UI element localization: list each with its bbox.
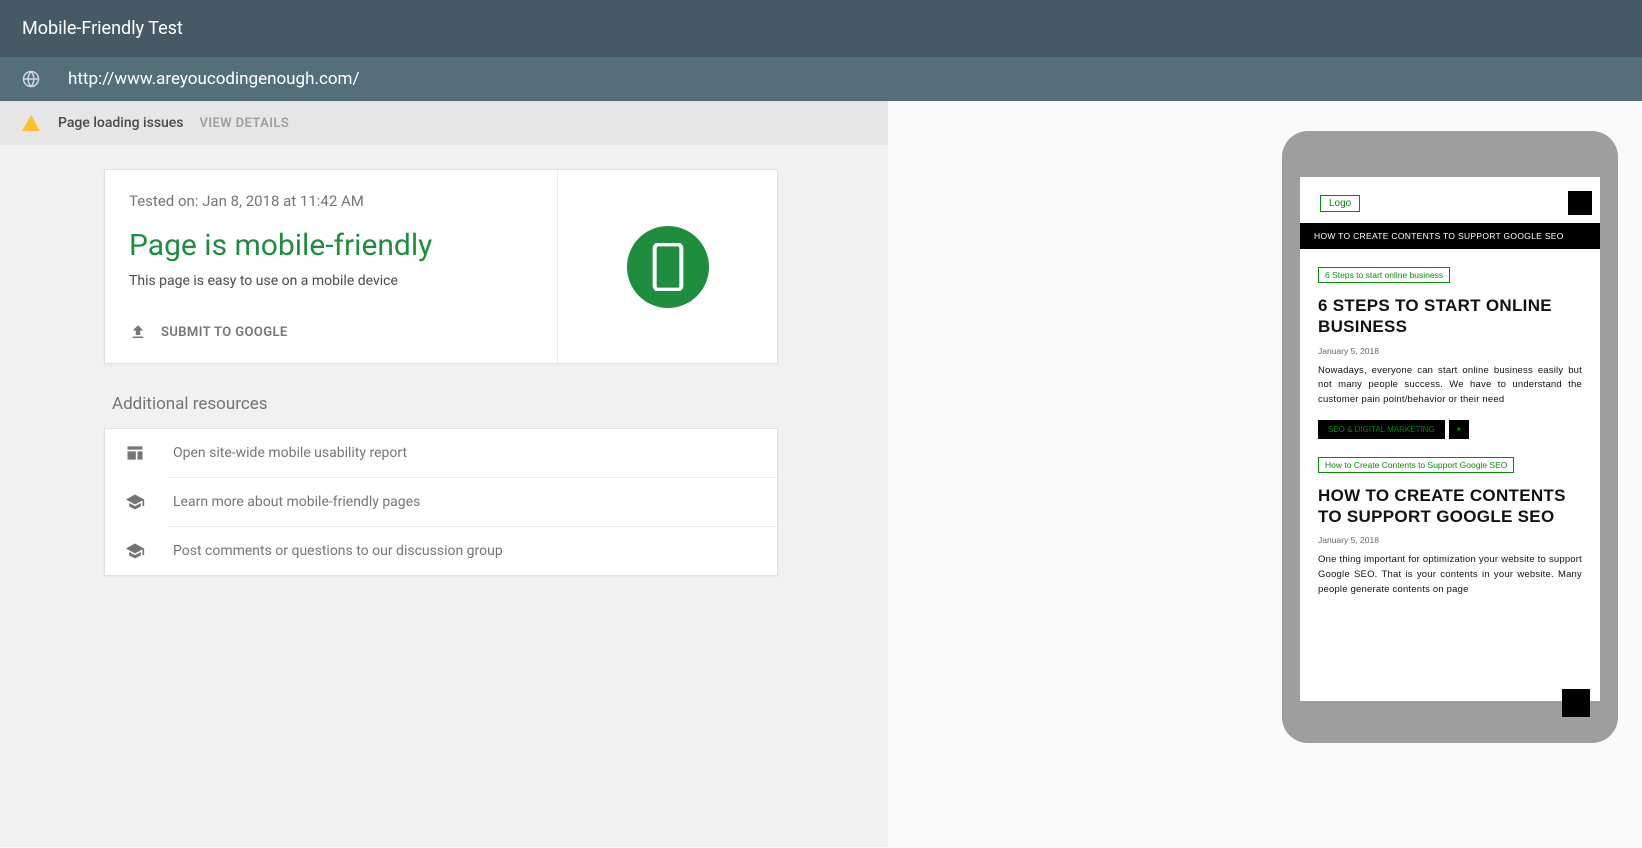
verdict-heading: Page is mobile-friendly — [129, 228, 533, 263]
back-to-top-icon — [1562, 689, 1590, 717]
verdict-subtext: This page is easy to use on a mobile dev… — [129, 273, 533, 289]
preview-post: How to Create Contents to Support Google… — [1300, 439, 1600, 598]
loading-issues-banner: Page loading issues VIEW DETAILS — [0, 101, 888, 145]
preview-nav-bar: HOW TO CREATE CONTENTS TO SUPPORT GOOGLE… — [1300, 223, 1600, 249]
school-icon — [125, 541, 145, 561]
preview-post-body: Nowadays, everyone can start online busi… — [1318, 364, 1582, 408]
submit-to-google-button[interactable]: SUBMIT TO GOOGLE — [129, 323, 533, 341]
resource-item-discussion[interactable]: Post comments or questions to our discus… — [105, 527, 777, 575]
preview-category-chip: SEO & DIGITAL MARKETING — [1318, 420, 1445, 439]
phone-preview-frame: Logo HOW TO CREATE CONTENTS TO SUPPORT G… — [1282, 131, 1618, 743]
globe-icon — [22, 70, 40, 88]
preview-post-title: HOW TO CREATE CONTENTS TO SUPPORT GOOGLE… — [1318, 485, 1582, 528]
resources-heading: Additional resources — [112, 394, 778, 414]
warning-icon — [22, 115, 40, 131]
preview-chip-icon: ✦ — [1449, 420, 1469, 439]
preview-logo: Logo — [1320, 195, 1360, 212]
resource-item-learn-more[interactable]: Learn more about mobile-friendly pages — [105, 478, 777, 526]
preview-post-title: 6 STEPS TO START ONLINE BUSINESS — [1318, 295, 1582, 338]
upload-icon — [129, 323, 147, 341]
banner-text: Page loading issues — [58, 115, 184, 131]
page-title: Mobile-Friendly Test — [0, 0, 1642, 57]
webpage-icon — [125, 443, 145, 463]
school-icon — [125, 492, 145, 512]
url-bar[interactable]: http://www.areyoucodingenough.com/ — [0, 57, 1642, 101]
mobile-friendly-badge — [627, 226, 709, 308]
tested-url: http://www.areyoucodingenough.com/ — [68, 69, 359, 89]
smartphone-icon — [651, 243, 685, 291]
phone-preview-screen: Logo HOW TO CREATE CONTENTS TO SUPPORT G… — [1300, 177, 1600, 701]
preview-post-date: January 5, 2018 — [1318, 535, 1582, 545]
preview-post-body: One thing important for optimization you… — [1318, 553, 1582, 597]
preview-post: 6 Steps to start online business 6 STEPS… — [1300, 249, 1600, 439]
preview-post-tag: 6 Steps to start online business — [1318, 267, 1450, 283]
hamburger-icon — [1568, 191, 1592, 215]
preview-post-tag: How to Create Contents to Support Google… — [1318, 457, 1514, 473]
result-card: Tested on: Jan 8, 2018 at 11:42 AM Page … — [104, 169, 778, 364]
resources-list: Open site-wide mobile usability report L… — [104, 428, 778, 576]
tested-on-label: Tested on: Jan 8, 2018 at 11:42 AM — [129, 192, 533, 210]
view-details-button[interactable]: VIEW DETAILS — [200, 116, 290, 131]
preview-post-date: January 5, 2018 — [1318, 346, 1582, 356]
resource-item-usability-report[interactable]: Open site-wide mobile usability report — [105, 429, 777, 477]
